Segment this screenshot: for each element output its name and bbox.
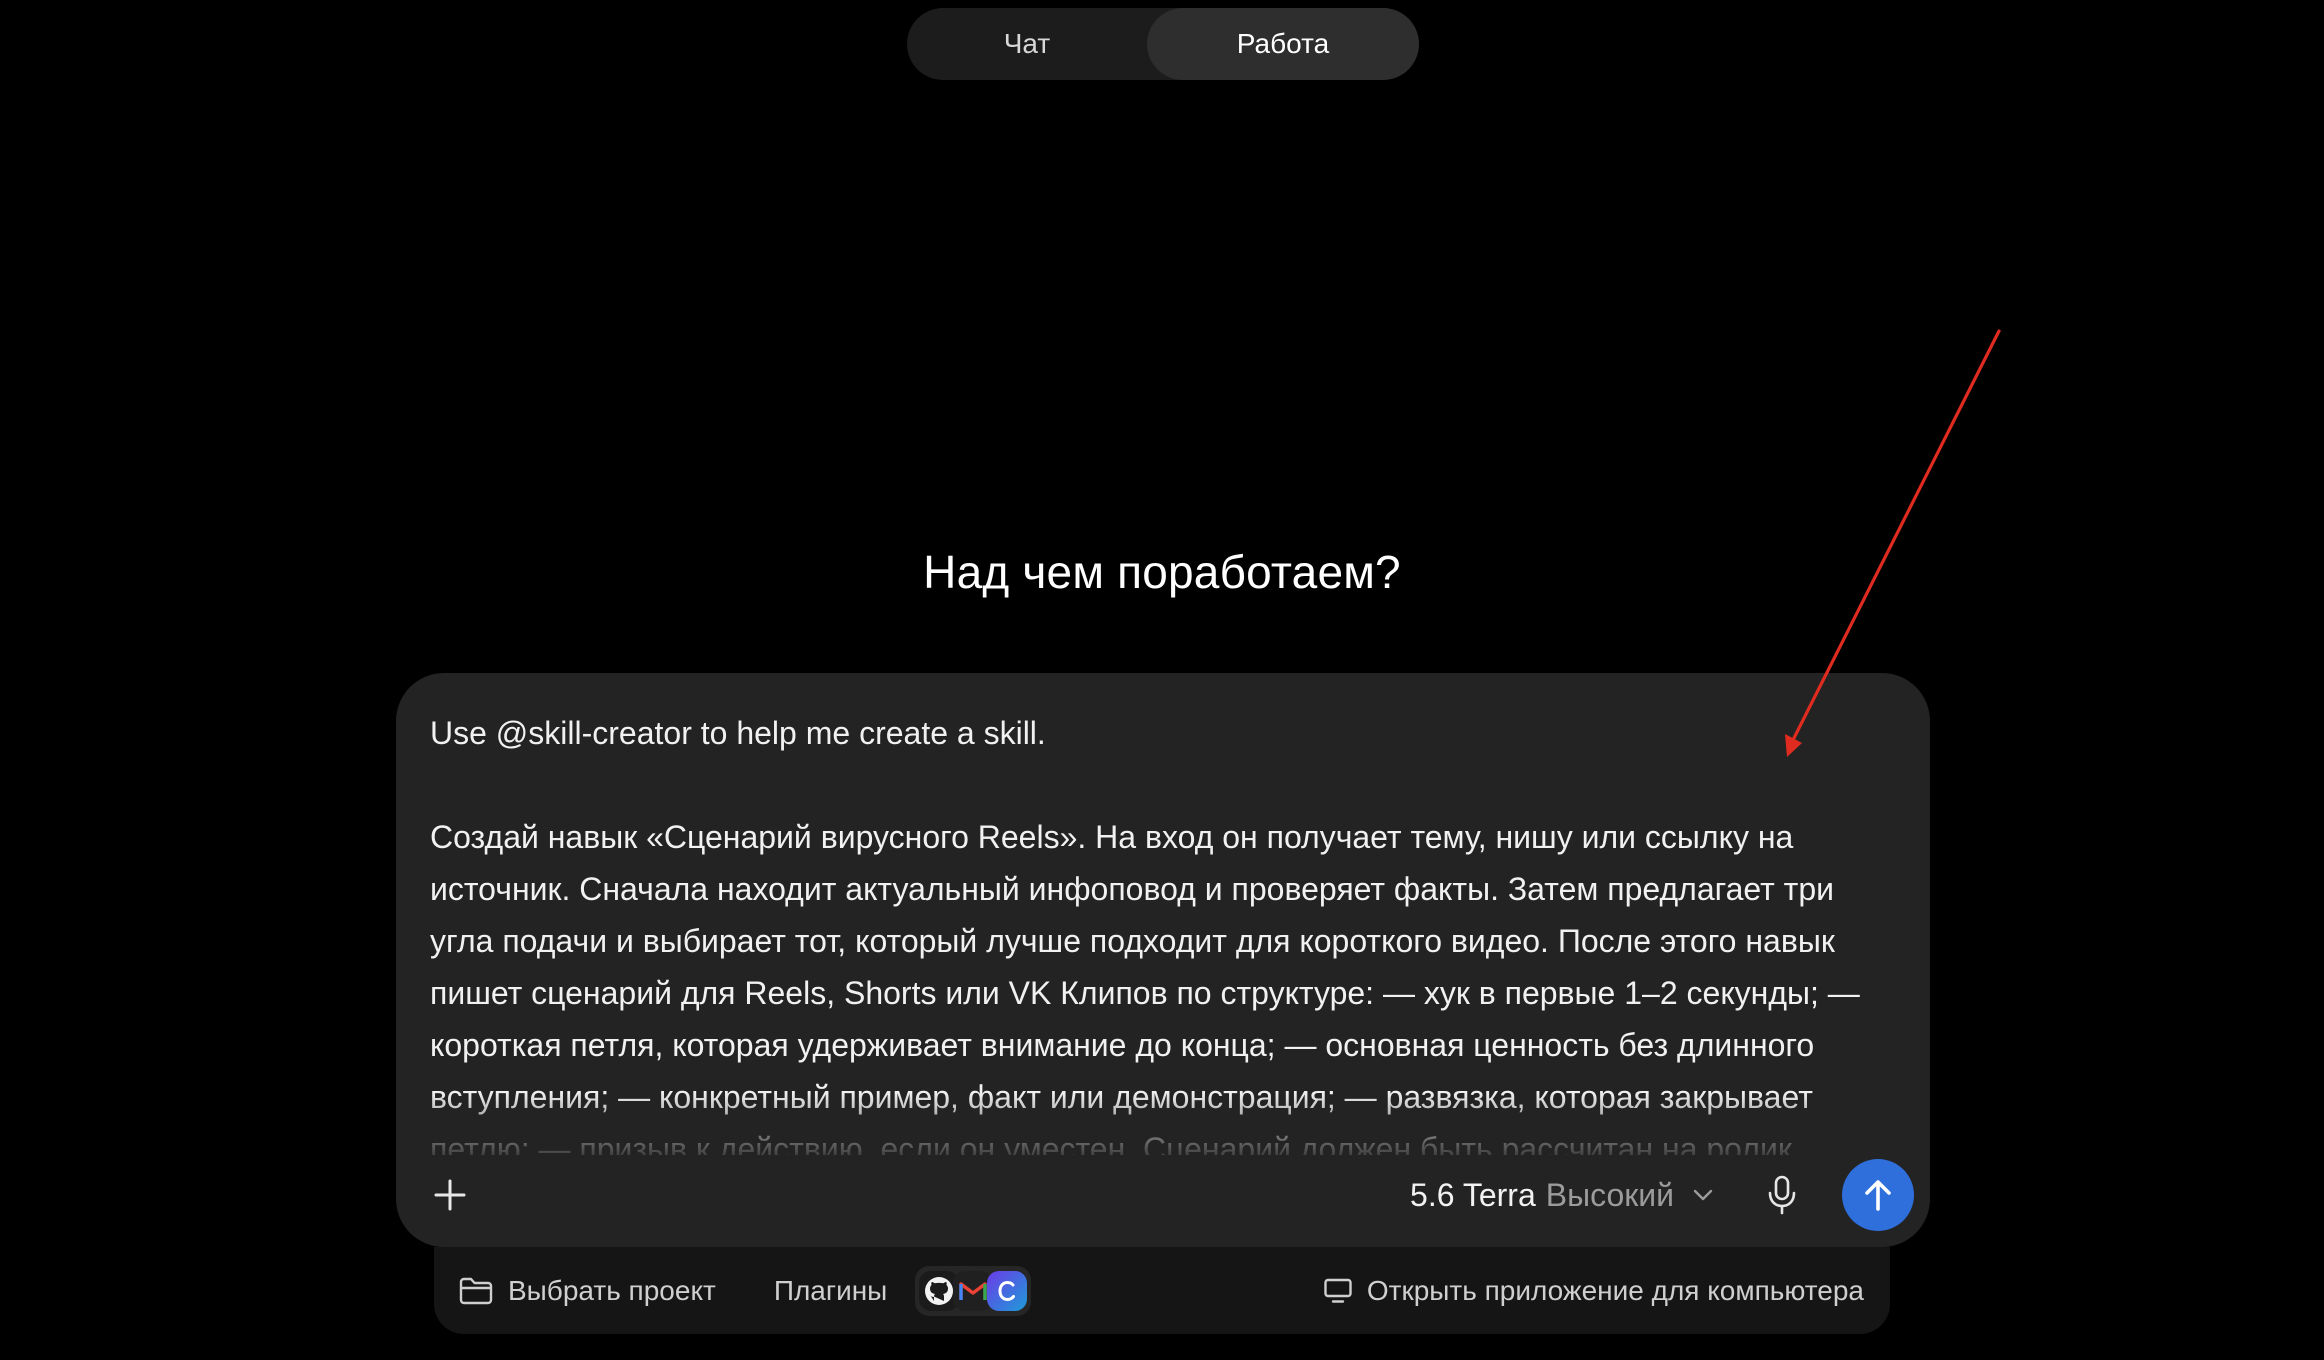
chevron-down-icon [1692,1188,1714,1202]
tab-chat[interactable]: Чат [907,8,1147,80]
mode-toggle: Чат Работа [907,8,1419,80]
model-effort: Высокий [1545,1176,1674,1213]
prompt-input[interactable]: Use @skill-creator to help me create a s… [430,707,1890,1155]
composer: Use @skill-creator to help me create a s… [396,673,1930,1247]
composer-footer: Выбрать проект Плагины Открыть приложени… [434,1247,1890,1334]
arrow-up-icon [1865,1180,1891,1211]
prompt-first-line: Use @skill-creator to help me create a s… [430,715,1046,751]
canva-icon [987,1270,1028,1311]
plugin-icon-stack [915,1265,1032,1316]
monitor-icon [1324,1278,1352,1303]
microphone-icon [1768,1175,1796,1215]
model-name: 5.6 Terra [1410,1176,1536,1213]
plus-icon [434,1179,466,1211]
add-attachment-button[interactable] [420,1165,480,1225]
open-desktop-app-button[interactable]: Открыть приложение для компьютера [1323,1275,1864,1307]
model-picker[interactable]: 5.6 Terra Высокий [1410,1177,1714,1214]
page-title: Над чем поработаем? [923,546,1401,598]
prompt-blank-line [430,759,1890,811]
plugins-button[interactable]: Плагины [773,1265,1032,1316]
open-desktop-app-label: Открыть приложение для компьютера [1366,1274,1864,1306]
folder-icon [459,1277,493,1304]
select-project-button[interactable]: Выбрать проект [458,1275,716,1307]
page: Чат Работа Над чем поработаем? Use @skil… [0,0,2324,1360]
voice-input-button[interactable] [1752,1165,1812,1225]
send-button[interactable] [1842,1159,1914,1231]
composer-toolbar: 5.6 Terra Высокий [420,1159,1914,1231]
prompt-paragraph: Создай навык «Сценарий вирусного Reels».… [430,819,1860,1155]
select-project-label: Выбрать проект [508,1274,716,1306]
tab-work[interactable]: Работа [1147,8,1419,80]
plugins-label: Плагины [773,1274,888,1306]
